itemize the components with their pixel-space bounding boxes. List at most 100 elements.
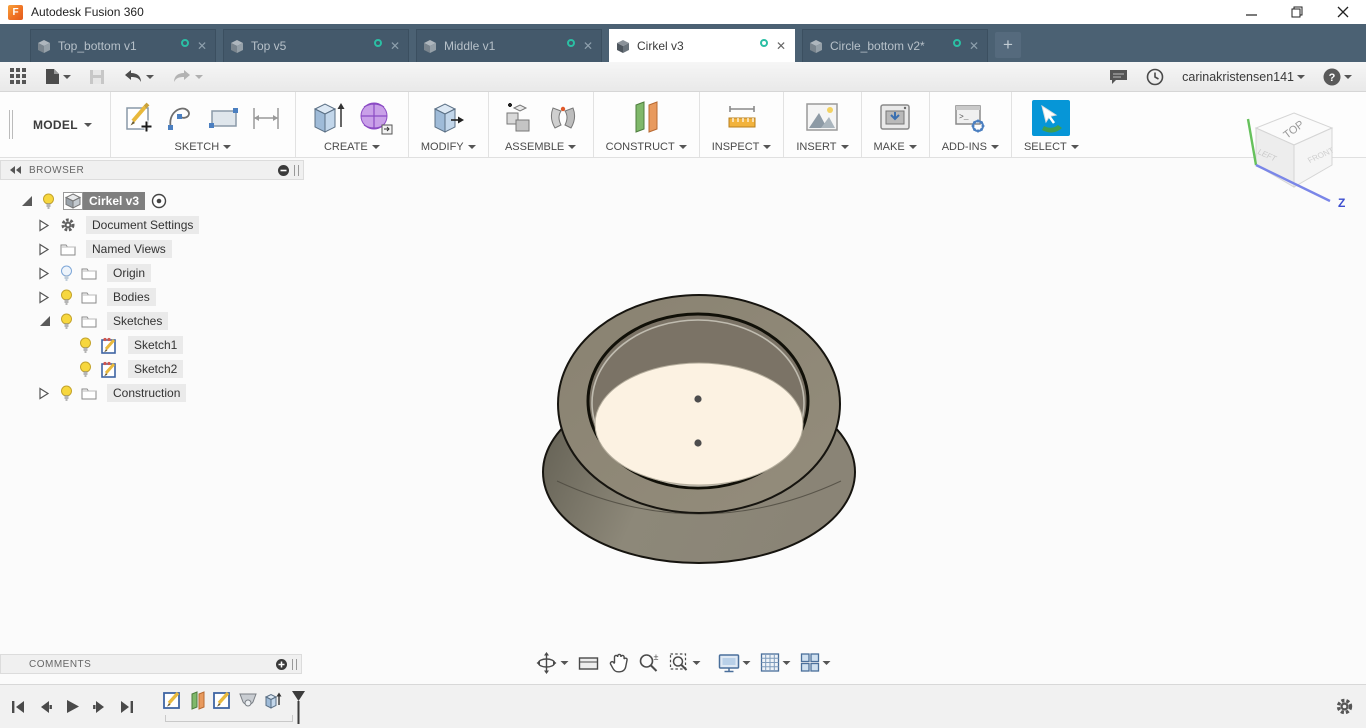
new-component-icon[interactable] (501, 100, 537, 136)
app-grid-icon[interactable] (10, 68, 27, 85)
add-comment-icon[interactable] (275, 658, 288, 671)
close-button[interactable] (1320, 0, 1366, 24)
view-cube[interactable]: TOP LEFT FRONT Z (1236, 103, 1352, 209)
collapsed-arrow-icon[interactable] (38, 266, 50, 280)
doc-tab-active[interactable]: Cirkel v3 ✕ (609, 29, 795, 62)
ribbon-group-dropdown[interactable]: CREATE (324, 141, 380, 153)
sketch-feature-icon[interactable] (213, 690, 233, 710)
tree-label[interactable]: Origin (107, 264, 152, 282)
tab-close-icon[interactable]: ✕ (774, 40, 788, 52)
tree-row[interactable]: Sketches (0, 309, 304, 333)
doc-tab[interactable]: Top v5 ✕ (223, 29, 409, 62)
tree-row[interactable]: Construction (0, 381, 304, 405)
play-icon[interactable] (64, 698, 81, 715)
create-form-icon[interactable] (356, 99, 396, 137)
tree-row-root[interactable]: Cirkel v3 (0, 189, 304, 213)
grid-snap-button[interactable] (760, 652, 791, 673)
tree-label-root[interactable]: Cirkel v3 (83, 192, 146, 210)
ribbon-group-dropdown[interactable]: MAKE (874, 141, 917, 153)
visibility-bulb-on-icon[interactable] (60, 385, 73, 402)
extrude-icon[interactable] (308, 99, 348, 137)
spline-icon[interactable] (165, 101, 199, 135)
collapsed-arrow-icon[interactable] (38, 386, 50, 400)
select-icon[interactable] (1032, 100, 1071, 136)
help-menu[interactable]: ? (1323, 68, 1352, 86)
visibility-bulb-on-icon[interactable] (60, 313, 73, 330)
panel-resize-grip[interactable] (294, 164, 299, 176)
file-menu-button[interactable] (45, 68, 71, 85)
extrude-feature-icon[interactable] (263, 690, 283, 710)
collapsed-arrow-icon[interactable] (38, 218, 50, 232)
activate-radio-icon[interactable] (151, 193, 167, 209)
go-to-start-icon[interactable] (10, 699, 26, 715)
expanded-arrow-icon[interactable] (20, 195, 33, 208)
ribbon-group-dropdown[interactable]: INSPECT (712, 141, 772, 153)
gear-icon[interactable] (1335, 697, 1354, 716)
tab-close-icon[interactable]: ✕ (388, 40, 402, 52)
redo-button[interactable] (172, 69, 203, 84)
tree-label[interactable]: Bodies (107, 288, 156, 306)
visibility-bulb-on-icon[interactable] (79, 337, 92, 354)
tab-close-icon[interactable]: ✕ (581, 40, 595, 52)
go-to-end-icon[interactable] (119, 699, 135, 715)
pan-button[interactable] (609, 652, 629, 674)
expanded-arrow-icon[interactable] (38, 315, 51, 328)
version-history-button[interactable] (1146, 68, 1164, 86)
joint-icon[interactable] (545, 100, 581, 136)
ribbon-group-dropdown[interactable]: ADD-INS (942, 141, 999, 153)
collapsed-arrow-icon[interactable] (38, 242, 50, 256)
sketch-feature-icon[interactable] (163, 690, 183, 710)
sketch-dimension-icon[interactable] (249, 101, 283, 135)
look-at-button[interactable] (578, 653, 600, 673)
doc-tab[interactable]: Top_bottom v1 ✕ (30, 29, 216, 62)
collapse-panel-icon[interactable] (9, 165, 23, 175)
minimize-button[interactable] (1228, 0, 1274, 24)
insert-image-icon[interactable] (803, 100, 841, 136)
tree-row[interactable]: Named Views (0, 237, 304, 261)
tree-row[interactable]: Sketch1 (0, 333, 304, 357)
ribbon-group-dropdown[interactable]: INSERT (796, 141, 849, 153)
display-settings-button[interactable] (718, 652, 751, 673)
ribbon-group-dropdown[interactable]: CONSTRUCT (606, 141, 687, 153)
tab-close-icon[interactable]: ✕ (195, 40, 209, 52)
user-menu[interactable]: carinakristensen141 (1182, 70, 1305, 84)
browser-header[interactable]: BROWSER (0, 160, 304, 180)
panel-resize-grip[interactable] (292, 658, 297, 670)
tree-row[interactable]: Document Settings (0, 213, 304, 237)
tree-label[interactable]: Sketch2 (128, 360, 184, 378)
measure-icon[interactable] (723, 101, 761, 135)
3d-print-icon[interactable] (876, 100, 914, 136)
scripts-addins-icon[interactable]: >_ (951, 100, 989, 136)
tree-row[interactable]: Sketch2 (0, 357, 304, 381)
visibility-bulb-off-icon[interactable] (60, 265, 73, 282)
press-pull-icon[interactable] (429, 99, 467, 137)
tree-row[interactable]: Origin (0, 261, 304, 285)
visibility-bulb-on-icon[interactable] (42, 193, 55, 210)
comments-header[interactable]: COMMENTS (0, 654, 302, 674)
save-button[interactable] (89, 69, 105, 85)
tree-label[interactable]: Document Settings (86, 216, 200, 234)
viewports-button[interactable] (800, 652, 831, 673)
visibility-bulb-on-icon[interactable] (79, 361, 92, 378)
ribbon-group-dropdown[interactable]: MODIFY (421, 141, 476, 153)
model-3d-body[interactable] (535, 285, 867, 577)
orbit-button[interactable] (536, 651, 569, 674)
tree-label[interactable]: Sketches (107, 312, 169, 330)
viewport-canvas[interactable]: TOP LEFT FRONT Z BROWSER Cirkel v3 Docum… (0, 112, 1366, 684)
tree-label[interactable]: Sketch1 (128, 336, 184, 354)
new-tab-button[interactable]: + (995, 32, 1021, 58)
fillet-feature-icon[interactable] (238, 690, 258, 710)
tab-close-icon[interactable]: ✕ (967, 40, 981, 52)
ribbon-group-dropdown[interactable]: SELECT (1024, 141, 1079, 153)
zoom-button[interactable]: ± (638, 652, 660, 674)
visibility-bulb-on-icon[interactable] (60, 289, 73, 306)
step-forward-icon[interactable] (92, 699, 108, 715)
tree-label[interactable]: Construction (107, 384, 187, 402)
restore-button[interactable] (1274, 0, 1320, 24)
comments-button[interactable] (1109, 69, 1128, 84)
ribbon-group-dropdown[interactable]: ASSEMBLE (505, 141, 577, 153)
collapse-all-icon[interactable] (277, 164, 290, 177)
window-zoom-button[interactable] (669, 652, 701, 674)
construction-plane-feature-icon[interactable] (188, 690, 208, 710)
rectangle-icon[interactable] (207, 101, 241, 135)
